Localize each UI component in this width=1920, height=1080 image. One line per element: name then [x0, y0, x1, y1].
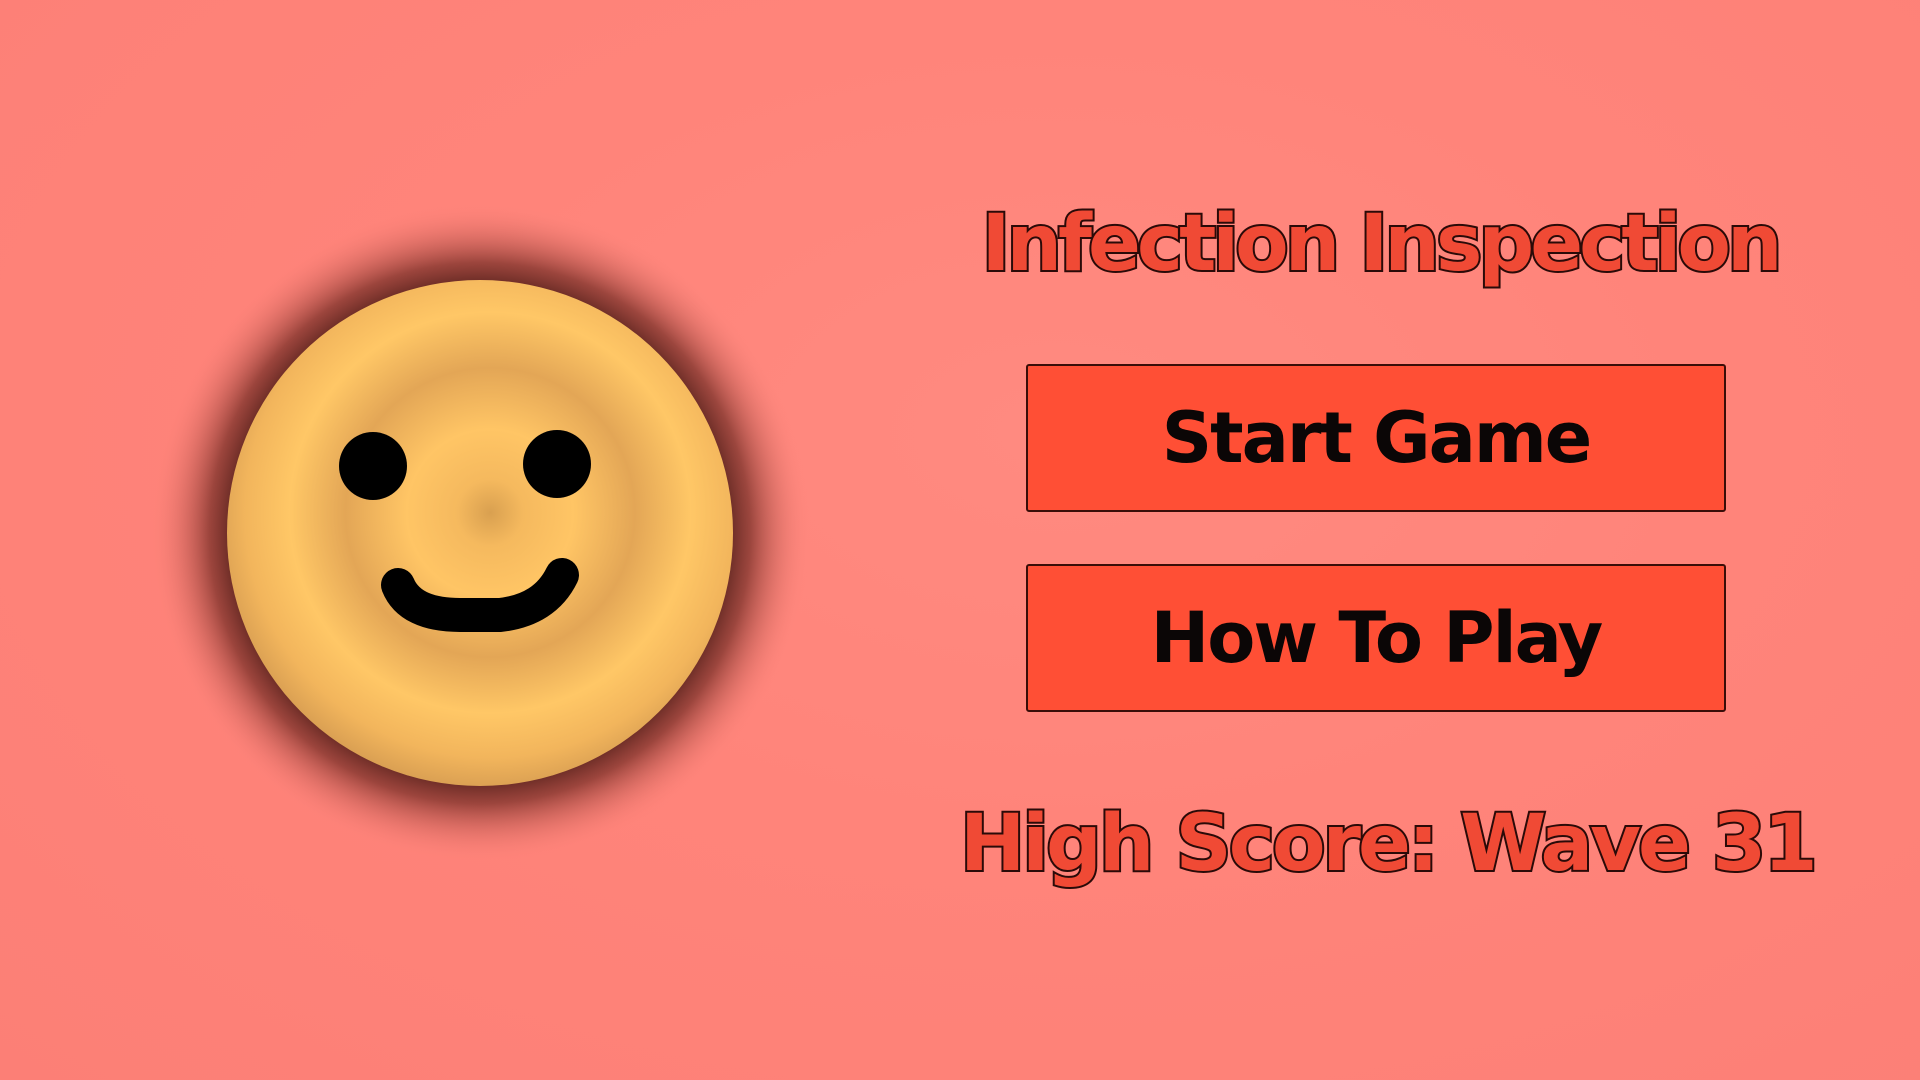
game-title: Infection Inspection — [979, 197, 1784, 291]
right-eye — [523, 430, 591, 498]
high-score: High Score: Wave 31 — [958, 797, 1820, 891]
how-to-play-button[interactable]: How To Play — [1026, 564, 1726, 712]
start-game-button[interactable]: Start Game — [1026, 364, 1726, 512]
main-menu: Infection Inspection Start Game How To P… — [958, 0, 1820, 1080]
how-to-play-label: How To Play — [1150, 597, 1604, 679]
main-menu-screen: Infection Inspection Start Game How To P… — [0, 0, 1920, 1080]
left-eye — [339, 432, 407, 500]
cell-body — [227, 280, 733, 786]
start-game-label: Start Game — [1161, 397, 1593, 479]
smiley-cell-icon — [150, 200, 810, 860]
